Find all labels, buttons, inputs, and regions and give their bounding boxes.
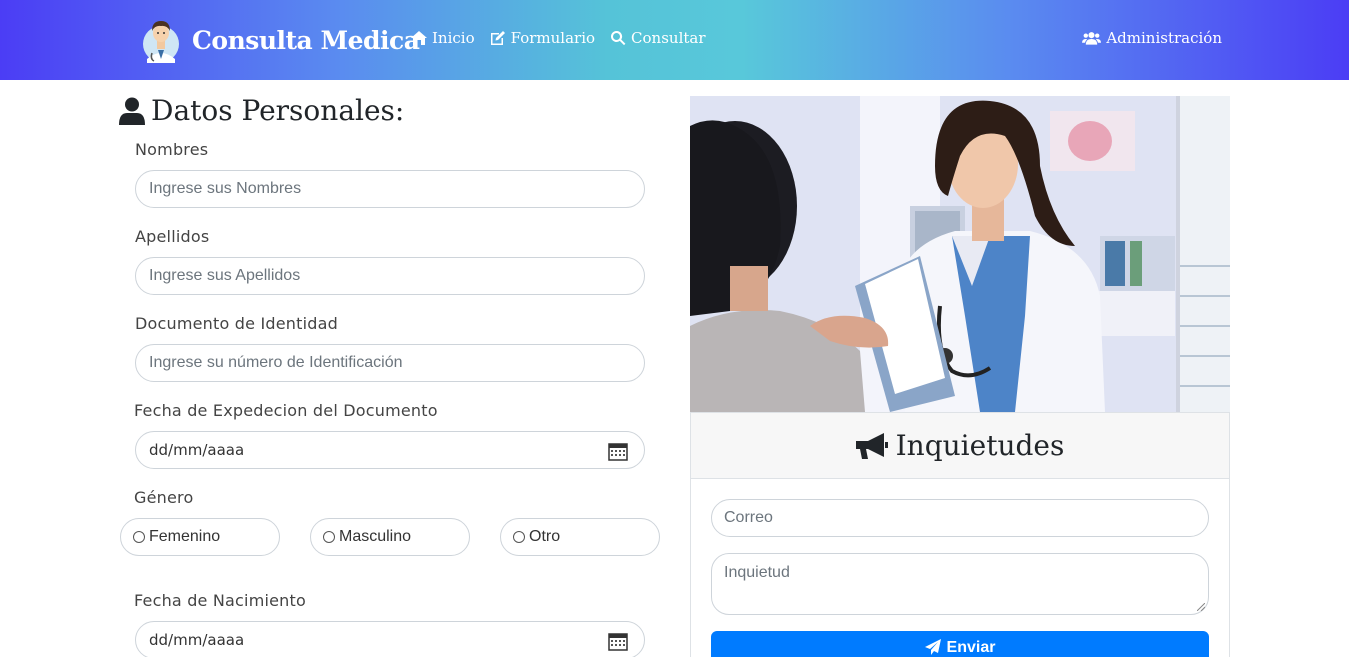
nav-formulario-label: Formulario [510,29,596,47]
inquietud-placeholder: Inquietud [724,564,790,581]
navbar: Consulta Medica Inicio Formulario Consul… [0,0,1349,80]
apellidos-placeholder: Ingrese sus Apellidos [149,267,301,284]
apellidos-input[interactable]: Ingrese sus Apellidos [135,257,645,295]
genero-femenino-option[interactable]: Femenino [120,518,280,556]
calendar-icon[interactable] [608,631,628,651]
inquietudes-card: Inquietudes Correo Inquietud Enviar [690,412,1230,657]
expedicion-date-value: dd/mm/aaaa [149,441,245,459]
genero-masculino-option[interactable]: Masculino [310,518,470,556]
radio-femenino[interactable] [133,531,145,543]
nav-links: Inicio Formulario Consultar [411,29,706,47]
nombres-placeholder: Ingrese sus Nombres [149,180,302,197]
nombres-input[interactable]: Ingrese sus Nombres [135,170,645,208]
documento-input[interactable]: Ingrese su número de Identificación [135,344,645,382]
resize-handle-icon[interactable] [1197,603,1205,611]
users-icon [1082,32,1102,45]
documento-placeholder: Ingrese su número de Identificación [149,354,403,371]
nacimiento-date-input[interactable]: dd/mm/aaaa [135,621,645,657]
nav-consultar[interactable]: Consultar [610,29,706,47]
nacimiento-label: Fecha de Nacimiento [134,591,306,610]
radio-otro[interactable] [513,531,525,543]
user-icon [119,97,145,125]
paper-plane-icon [924,639,941,655]
brand-title: Consulta Medica [192,25,420,55]
apellidos-label: Apellidos [135,227,210,246]
nav-inicio[interactable]: Inicio [411,29,475,47]
form-title-text: Datos Personales: [151,94,405,127]
genero-otro-label: Otro [529,528,561,545]
nav-administracion-label: Administración [1106,29,1222,47]
genero-label: Género [134,488,194,507]
edit-icon [490,31,505,45]
brand-link[interactable]: Consulta Medica [142,16,420,64]
inquietudes-header: Inquietudes [691,413,1229,479]
home-icon [411,31,427,45]
doctor-logo-icon [143,21,179,63]
expedicion-date-input[interactable]: dd/mm/aaaa [135,431,645,469]
nav-formulario[interactable]: Formulario [490,29,595,47]
correo-input[interactable]: Correo [711,499,1209,537]
bullhorn-icon [855,432,888,459]
search-icon [611,30,626,46]
genero-femenino-label: Femenino [149,528,221,545]
inquietud-textarea[interactable]: Inquietud [711,553,1209,615]
nombres-label: Nombres [135,140,209,159]
documento-label: Documento de Identidad [135,314,338,333]
expedicion-label: Fecha de Expedecion del Documento [134,401,438,420]
enviar-button[interactable]: Enviar [711,631,1209,657]
nacimiento-date-value: dd/mm/aaaa [149,631,245,649]
correo-placeholder: Correo [724,509,773,526]
enviar-label: Enviar [946,639,996,656]
doctor-patient-photo [690,96,1230,412]
radio-masculino[interactable] [323,531,335,543]
genero-masculino-label: Masculino [339,528,412,545]
nav-inicio-label: Inicio [432,29,475,47]
form-title: Datos Personales: [119,94,404,127]
calendar-icon[interactable] [608,441,628,461]
genero-otro-option[interactable]: Otro [500,518,660,556]
nav-consultar-label: Consultar [631,29,706,47]
inquietudes-title: Inquietudes [895,429,1065,462]
nav-administracion[interactable]: Administración [1082,29,1222,47]
